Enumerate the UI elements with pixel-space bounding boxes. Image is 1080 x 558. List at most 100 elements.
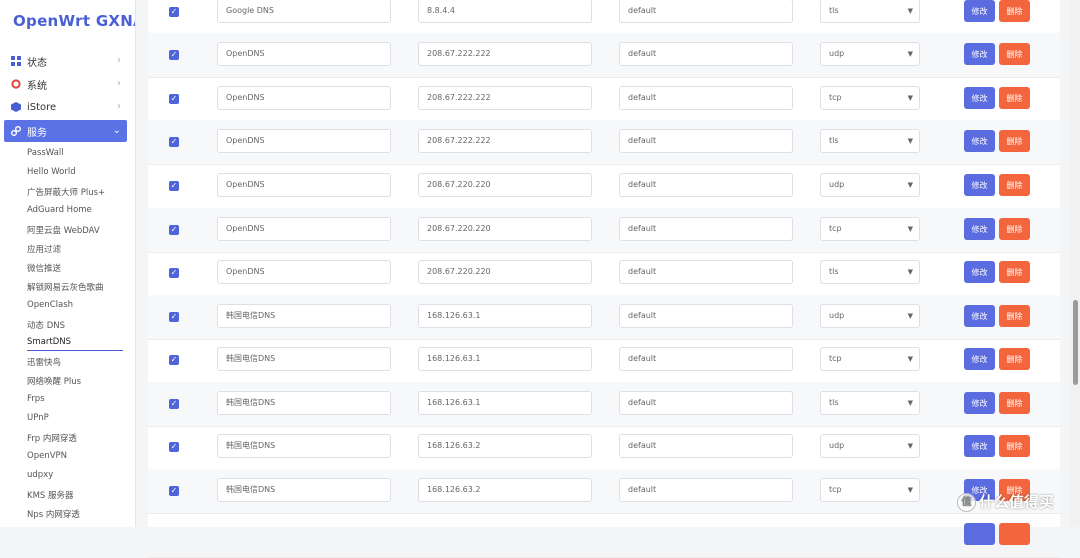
- submenu-upnp[interactable]: UPnP: [27, 413, 49, 423]
- enable-checkbox[interactable]: ✓: [169, 355, 179, 365]
- submenu-openvpn[interactable]: OpenVPN: [27, 451, 67, 461]
- edit-button[interactable]: 修改: [964, 435, 995, 457]
- delete-button[interactable]: [999, 523, 1030, 545]
- server-ip-input[interactable]: 168.126.63.2: [418, 478, 592, 502]
- submenu-openclash[interactable]: OpenClash: [27, 300, 73, 310]
- server-group-input[interactable]: default: [619, 173, 793, 197]
- delete-button[interactable]: 删除: [999, 261, 1030, 283]
- server-name-input[interactable]: OpenDNS: [217, 173, 391, 197]
- server-group-input[interactable]: default: [619, 347, 793, 371]
- server-ip-input[interactable]: 168.126.63.1: [418, 347, 592, 371]
- protocol-select[interactable]: tls ▼: [820, 260, 920, 284]
- server-name-input[interactable]: OpenDNS: [217, 217, 391, 241]
- submenu-app-filter[interactable]: 应用过滤: [27, 243, 61, 255]
- edit-button[interactable]: 修改: [964, 130, 995, 152]
- submenu-passwall[interactable]: PassWall: [27, 148, 64, 158]
- protocol-select[interactable]: tcp ▼: [820, 347, 920, 371]
- enable-checkbox[interactable]: ✓: [169, 94, 179, 104]
- menu-item-system[interactable]: 系统 ›: [4, 73, 127, 95]
- submenu-unblock-netease[interactable]: 解锁网易云灰色歌曲: [27, 281, 104, 293]
- submenu-wechat-push[interactable]: 微信推送: [27, 262, 61, 274]
- protocol-select[interactable]: tls ▼: [820, 129, 920, 153]
- delete-button[interactable]: 删除: [999, 174, 1030, 196]
- protocol-select[interactable]: udp ▼: [820, 304, 920, 328]
- edit-button[interactable]: 修改: [964, 218, 995, 240]
- submenu-smartdns[interactable]: SmartDNS: [27, 337, 71, 347]
- menu-item-istore[interactable]: iStore ›: [4, 96, 127, 118]
- server-name-input[interactable]: Google DNS: [217, 0, 391, 23]
- server-ip-input[interactable]: 208.67.222.222: [418, 42, 592, 66]
- submenu-udpxy[interactable]: udpxy: [27, 470, 53, 480]
- delete-button[interactable]: 删除: [999, 130, 1030, 152]
- edit-button[interactable]: 修改: [964, 87, 995, 109]
- scrollbar-thumb[interactable]: [1073, 300, 1078, 385]
- protocol-select[interactable]: udp ▼: [820, 42, 920, 66]
- server-ip-input[interactable]: 208.67.222.222: [418, 86, 592, 110]
- submenu-aliyun-webdav[interactable]: 阿里云盘 WebDAV: [27, 224, 100, 236]
- edit-button[interactable]: 修改: [964, 261, 995, 283]
- protocol-select[interactable]: tls ▼: [820, 0, 920, 23]
- enable-checkbox[interactable]: ✓: [169, 50, 179, 60]
- submenu-frp[interactable]: Frp 内网穿透: [27, 432, 77, 444]
- menu-item-status[interactable]: 状态 ›: [4, 50, 127, 72]
- submenu-wol-plus[interactable]: 网络唤醒 Plus: [27, 375, 81, 387]
- edit-button[interactable]: 修改: [964, 0, 995, 22]
- enable-checkbox[interactable]: ✓: [169, 137, 179, 147]
- server-name-input[interactable]: 韩国电信DNS: [217, 478, 391, 502]
- menu-item-services[interactable]: 服务 ⌄: [4, 120, 127, 142]
- server-name-input[interactable]: OpenDNS: [217, 260, 391, 284]
- delete-button[interactable]: 删除: [999, 435, 1030, 457]
- protocol-select[interactable]: tcp ▼: [820, 478, 920, 502]
- enable-checkbox[interactable]: ✓: [169, 442, 179, 452]
- enable-checkbox[interactable]: ✓: [169, 7, 179, 17]
- protocol-select[interactable]: udp ▼: [820, 434, 920, 458]
- server-group-input[interactable]: default: [619, 129, 793, 153]
- enable-checkbox[interactable]: ✓: [169, 181, 179, 191]
- scrollbar-track[interactable]: [1070, 0, 1080, 527]
- server-ip-input[interactable]: 168.126.63.1: [418, 391, 592, 415]
- server-group-input[interactable]: default: [619, 42, 793, 66]
- enable-checkbox[interactable]: ✓: [169, 225, 179, 235]
- server-name-input[interactable]: 韩国电信DNS: [217, 434, 391, 458]
- submenu-frps[interactable]: Frps: [27, 394, 45, 404]
- delete-button[interactable]: 删除: [999, 0, 1030, 22]
- server-group-input[interactable]: default: [619, 0, 793, 23]
- server-group-input[interactable]: default: [619, 86, 793, 110]
- server-name-input[interactable]: 韩国电信DNS: [217, 391, 391, 415]
- submenu-kms-server[interactable]: KMS 服务器: [27, 489, 74, 501]
- submenu-xunlei-kuainiao[interactable]: 迅雷快鸟: [27, 356, 61, 368]
- delete-button[interactable]: 删除: [999, 218, 1030, 240]
- server-ip-input[interactable]: 208.67.220.220: [418, 173, 592, 197]
- submenu-adguard-home[interactable]: AdGuard Home: [27, 205, 92, 215]
- server-name-input[interactable]: OpenDNS: [217, 86, 391, 110]
- edit-button[interactable]: [964, 523, 995, 545]
- protocol-select[interactable]: udp ▼: [820, 173, 920, 197]
- enable-checkbox[interactable]: ✓: [169, 399, 179, 409]
- server-ip-input[interactable]: 208.67.220.220: [418, 260, 592, 284]
- delete-button[interactable]: 删除: [999, 348, 1030, 370]
- server-name-input[interactable]: 韩国电信DNS: [217, 347, 391, 371]
- protocol-select[interactable]: tcp ▼: [820, 217, 920, 241]
- edit-button[interactable]: 修改: [964, 348, 995, 370]
- enable-checkbox[interactable]: ✓: [169, 312, 179, 322]
- submenu-hello-world[interactable]: Hello World: [27, 167, 76, 177]
- server-group-input[interactable]: default: [619, 260, 793, 284]
- submenu-nps[interactable]: Nps 内网穿透: [27, 508, 80, 520]
- protocol-select[interactable]: tcp ▼: [820, 86, 920, 110]
- edit-button[interactable]: 修改: [964, 305, 995, 327]
- server-group-input[interactable]: default: [619, 217, 793, 241]
- edit-button[interactable]: 修改: [964, 43, 995, 65]
- protocol-select[interactable]: tls ▼: [820, 391, 920, 415]
- delete-button[interactable]: 删除: [999, 305, 1030, 327]
- delete-button[interactable]: 删除: [999, 43, 1030, 65]
- server-ip-input[interactable]: 208.67.220.220: [418, 217, 592, 241]
- enable-checkbox[interactable]: ✓: [169, 268, 179, 278]
- delete-button[interactable]: 删除: [999, 392, 1030, 414]
- enable-checkbox[interactable]: ✓: [169, 486, 179, 496]
- server-name-input[interactable]: OpenDNS: [217, 129, 391, 153]
- server-ip-input[interactable]: 168.126.63.1: [418, 304, 592, 328]
- delete-button[interactable]: 删除: [999, 87, 1030, 109]
- edit-button[interactable]: 修改: [964, 392, 995, 414]
- brand-logo[interactable]: OpenWrt GXNAS: [13, 12, 135, 30]
- server-group-input[interactable]: default: [619, 391, 793, 415]
